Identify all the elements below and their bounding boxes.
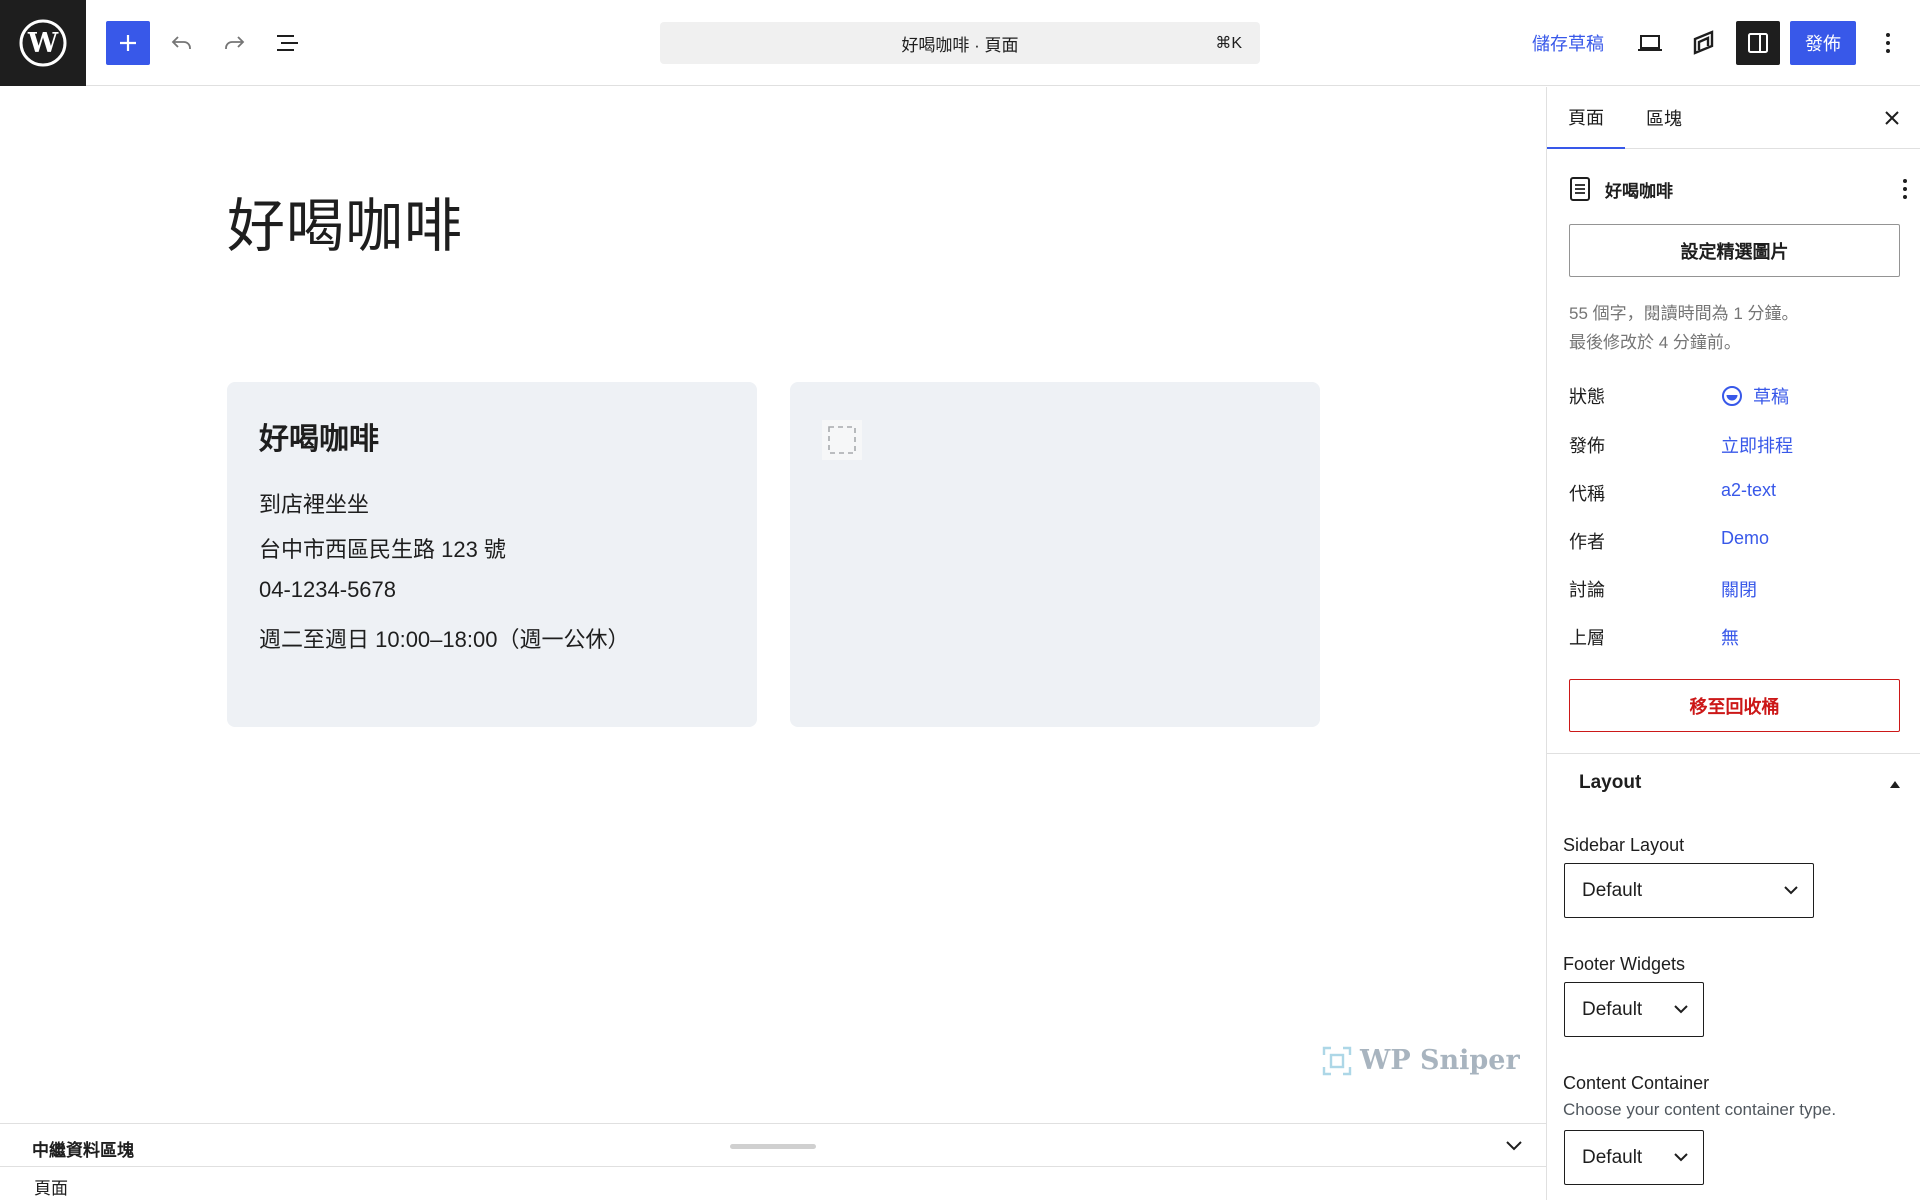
publish-date-button[interactable]: 立即排程 [1721,432,1793,458]
sidebar-layout-value: Default [1582,879,1643,901]
block-inserter-button[interactable] [106,21,150,65]
document-title: 好喝咖啡 · 頁面 [901,35,1019,55]
chevron-down-icon [1506,1141,1522,1151]
chevron-down-icon [1784,886,1798,895]
tab-page[interactable]: 頁面 [1547,87,1625,149]
document-card: 好喝咖啡 [1569,173,1909,205]
meta-boxes-toggle[interactable] [1500,1132,1528,1160]
watermark-logo-icon [1322,1046,1352,1075]
author-label: 作者 [1569,532,1605,552]
redo-button[interactable] [212,21,256,65]
more-vertical-icon [1886,33,1890,53]
wordpress-logo-icon[interactable]: W [0,0,86,86]
slug-button[interactable]: a2-text [1721,480,1776,501]
document-card-title: 好喝咖啡 [1605,181,1673,201]
editor-canvas: 好喝咖啡 好喝咖啡 到店裡坐坐 台中市西區民生路 123 號 04-1234-5… [0,87,1546,1123]
footer-widgets-value: Default [1582,998,1643,1020]
meta-boxes-panel: 中繼資料區塊 [0,1123,1546,1167]
draft-status-icon [1722,386,1742,406]
svg-text:W: W [27,28,59,59]
command-shortcut: ⌘K [1215,35,1242,52]
info-card-block[interactable]: 好喝咖啡 到店裡坐坐 台中市西區民生路 123 號 04-1234-5678 週… [227,382,757,727]
resize-handle[interactable] [730,1144,816,1149]
chevron-down-icon [1674,1005,1688,1014]
discussion-label: 討論 [1569,580,1605,600]
more-vertical-icon [1903,179,1907,199]
footer-widgets-label: Footer Widgets [1563,954,1686,974]
preview-button[interactable] [1628,21,1672,65]
editor-header: W 好喝咖啡 · 頁面 ⌘K 儲存草稿 發佈 [0,0,1920,86]
close-sidebar-button[interactable] [1875,101,1909,135]
settings-sidebar: 頁面 區塊 好喝咖啡 設定精選圖片 55 個字，閱讀時間為 1 分鐘。 最後修改… [1546,87,1920,1200]
status-value: 草稿 [1753,387,1789,407]
content-container-value: Default [1582,1146,1643,1168]
author-button[interactable]: Demo [1721,528,1769,549]
slug-label: 代稱 [1569,484,1605,504]
footer-widgets-select[interactable]: Default [1564,982,1704,1037]
caret-up-icon [1890,781,1900,788]
card-paragraph[interactable]: 週二至週日 10:00–18:00（週一公休） [259,622,629,654]
parent-label: 上層 [1569,628,1605,648]
word-count: 55 個字，閱讀時間為 1 分鐘。 [1569,304,1799,323]
status-value-button[interactable]: 草稿 [1721,383,1789,409]
document-overview-button[interactable] [266,21,310,65]
move-to-trash-button[interactable]: 移至回收桶 [1569,679,1900,732]
layout-panel-toggle[interactable] [1883,772,1907,796]
sidebar-layout-label: Sidebar Layout [1563,835,1685,855]
layout-panel: Layout Sidebar Layout Default Footer Wid… [1547,753,1920,1200]
tab-block[interactable]: 區塊 [1625,87,1703,149]
watermark-text: WP Sniper [1360,1045,1520,1076]
card-heading[interactable]: 好喝咖啡 [259,414,379,458]
meta-boxes-title: 中繼資料區塊 [32,1141,134,1160]
settings-sidebar-toggle[interactable] [1736,21,1780,65]
content-container-select[interactable]: Default [1564,1130,1704,1185]
post-title[interactable]: 好喝咖啡 [227,179,463,263]
layout-panel-title[interactable]: Layout [1579,772,1641,794]
redo-icon [225,36,245,49]
publish-button[interactable]: 發佈 [1790,21,1856,65]
page-icon [1570,177,1590,201]
list-view-icon [277,35,298,51]
parent-button[interactable]: 無 [1721,624,1739,650]
sidebar-layout-select[interactable]: Default [1564,863,1814,918]
card-paragraph[interactable]: 台中市西區民生路 123 號 [259,532,506,564]
plus-icon [120,35,136,51]
close-icon [1885,111,1899,125]
desktop-icon [1638,35,1662,51]
sidebar-icon [1748,33,1768,53]
breadcrumb[interactable]: 頁面 [34,1174,68,1199]
undo-button[interactable] [160,21,204,65]
discussion-button[interactable]: 關閉 [1721,576,1757,602]
document-actions-button[interactable] [1893,173,1917,205]
last-modified: 最後修改於 4 分鐘前。 [1569,333,1741,352]
image-card-block[interactable] [790,382,1320,727]
watermark: WP Sniper [1322,1045,1520,1076]
publish-label: 發佈 [1569,436,1605,456]
undo-icon [171,36,191,49]
sidebar-tabs: 頁面 區塊 [1547,87,1920,149]
options-menu-button[interactable] [1866,21,1910,65]
save-draft-button[interactable]: 儲存草稿 [1520,22,1616,64]
jetpack-button[interactable] [1682,21,1726,65]
document-bar[interactable]: 好喝咖啡 · 頁面 ⌘K [660,22,1260,64]
set-featured-image-button[interactable]: 設定精選圖片 [1569,224,1900,277]
image-placeholder-icon[interactable] [822,420,862,460]
content-container-label: Content Container [1563,1073,1710,1093]
jetpack-icon [1693,30,1714,55]
content-container-help: Choose your content container type. [1563,1100,1837,1119]
card-paragraph[interactable]: 到店裡坐坐 [259,487,369,519]
card-paragraph[interactable]: 04-1234-5678 [259,577,396,603]
chevron-down-icon [1674,1153,1688,1162]
status-label: 狀態 [1569,387,1605,407]
